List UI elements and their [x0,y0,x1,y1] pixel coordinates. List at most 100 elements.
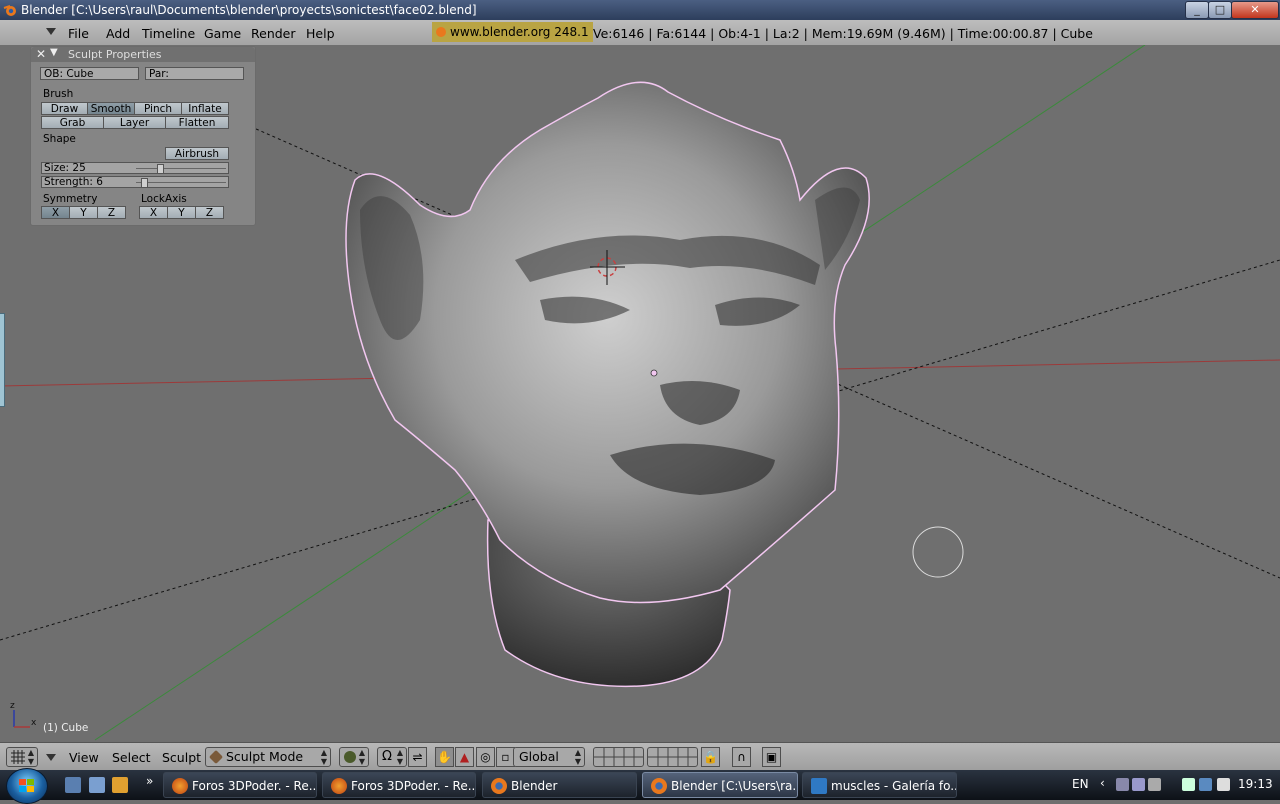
symmetry-label: Symmetry [43,193,98,205]
orientation-value: Global [519,749,559,764]
minimize-button[interactable]: _ [1185,1,1209,19]
symmetry-x-toggle[interactable]: X [41,206,70,219]
collapse-icon[interactable]: ▼ [50,47,58,58]
task-label: Foros 3DPoder. - Re... [351,779,476,793]
taskbar-button-blender-active[interactable]: Blender [C:\Users\ra... [642,772,798,798]
media-player-icon[interactable] [112,777,128,793]
brush-draw-button[interactable]: Draw [41,102,88,115]
maximize-button[interactable]: □ [1208,1,1232,19]
size-slider[interactable]: Size: 25 [41,162,229,174]
align-icon[interactable]: ⇌ [408,747,427,767]
brush-grab-button[interactable]: Grab [41,116,104,129]
brush-inflate-button[interactable]: Inflate [181,102,229,115]
network-icon[interactable] [1116,778,1129,791]
size-slider-knob[interactable] [157,164,165,174]
axis-gizmo [13,710,30,728]
menu-view[interactable]: View [69,750,99,765]
strength-slider-knob[interactable] [141,178,149,188]
brush-label: Brush [43,88,74,100]
menu-select[interactable]: Select [112,750,151,765]
language-indicator[interactable]: EN [1072,777,1089,791]
volume-icon[interactable] [1217,778,1230,791]
blender-logo-icon [436,27,446,37]
firefox-icon [331,778,347,794]
explorer-quicklaunch-icon[interactable] [65,777,81,793]
brush-smooth-button[interactable]: Smooth [87,102,135,115]
symmetry-z-toggle[interactable]: Z [97,206,126,219]
taskbar-button-photo-gallery[interactable]: muscles - Galería fo... [802,772,957,798]
sculpt-properties-panel: ✕ ▼ Sculpt Properties OB: Cube Par: Brus… [30,46,256,226]
lockaxis-x-toggle[interactable]: X [139,206,168,219]
menu-sculpt[interactable]: Sculpt [162,750,201,765]
firefox-icon [172,778,188,794]
object-name-field[interactable]: OB: Cube [40,67,139,80]
viewport-header: ▲ ▼ View Select Sculpt Sculpt Mode ▲ ▼ ▲ ▼ … [0,742,1280,771]
taskbar-button-blender[interactable]: Blender [482,772,637,798]
updown-arrows-icon: ▲ ▼ [320,748,327,766]
menu-collapse-icon[interactable] [46,28,56,35]
render-icon[interactable]: ▣ [762,747,781,767]
menu-add[interactable]: Add [106,26,130,41]
task-label: Foros 3DPoder. - Re... [192,779,317,793]
task-label: Blender [C:\Users\ra... [671,779,798,793]
menu-game[interactable]: Game [204,26,241,41]
snap-magnet-icon[interactable]: ∩ [732,747,751,767]
show-desktop-icon[interactable] [89,777,105,793]
strength-slider[interactable]: Strength: 6 [41,176,229,188]
panel-header[interactable]: ✕ ▼ Sculpt Properties [31,47,255,62]
layers-block-2[interactable] [647,747,698,767]
blender-icon [491,778,507,794]
grid-icon [11,750,25,764]
menu-help[interactable]: Help [306,26,335,41]
lockaxis-y-toggle[interactable]: Y [167,206,196,219]
close-icon[interactable]: ✕ [36,47,46,61]
quicklaunch-more-icon[interactable]: » [146,774,153,788]
menu-file[interactable]: File [68,26,89,41]
system-tray: EN ‹ 19:13 [1062,770,1280,800]
axis-x-label: x [31,718,37,728]
header-collapse-icon[interactable] [46,754,56,761]
close-button[interactable]: ✕ [1231,1,1279,19]
panel-title: Sculpt Properties [68,48,162,61]
strength-slider-label: Strength: 6 [44,176,103,188]
blender-menubar: File Add Timeline Game Render Help www.b… [0,20,1280,46]
wireless-icon[interactable] [1132,778,1145,791]
toolshelf-edge-tab[interactable] [0,313,5,407]
blender-logo-icon [3,5,16,16]
head-mesh [345,81,870,604]
lock-icon[interactable]: 🔒 [701,747,720,767]
editor-type-menu[interactable]: ▲ ▼ [6,747,38,767]
clock[interactable]: 19:13 [1238,777,1273,791]
airbrush-toggle[interactable]: Airbrush [165,147,229,160]
brush-layer-button[interactable]: Layer [103,116,166,129]
object-label: (1) Cube [43,722,89,734]
parent-field[interactable]: Par: [145,67,244,80]
lockaxis-label: LockAxis [141,193,187,205]
mode-dropdown[interactable]: Sculpt Mode ▲ ▼ [205,747,331,767]
pivot-dropdown[interactable]: Ω ▲ ▼ [377,747,407,767]
draw-type-dropdown[interactable]: ▲ ▼ [339,747,369,767]
orientation-dropdown[interactable]: Global ▲ ▼ [513,747,585,767]
taskbar-button-firefox-2[interactable]: Foros 3DPoder. - Re... [322,772,476,798]
symmetry-y-toggle[interactable]: Y [69,206,98,219]
website-link[interactable]: www.blender.org 248.1 [432,22,593,42]
axis-z-label: z [10,701,15,711]
tray-app-icon[interactable] [1148,778,1161,791]
start-button[interactable] [6,768,48,804]
updown-arrows-icon: ▲ ▼ [358,748,365,766]
window-titlebar: Blender [C:\Users\raul\Documents\blender… [0,0,1280,20]
layers-block-1[interactable] [593,747,644,767]
safely-remove-icon[interactable] [1199,778,1212,791]
windows-flag-icon [19,779,34,792]
menu-timeline[interactable]: Timeline [142,26,195,41]
brush-flatten-button[interactable]: Flatten [165,116,229,129]
rotate-icon[interactable]: ◎ [476,747,495,767]
menu-render[interactable]: Render [251,26,296,41]
manipulator-icon[interactable]: ▲ [455,747,474,767]
battery-icon[interactable] [1182,778,1195,791]
brush-pinch-button[interactable]: Pinch [134,102,182,115]
hand-icon[interactable]: ✋ [435,747,454,767]
taskbar-button-firefox-1[interactable]: Foros 3DPoder. - Re... [163,772,317,798]
lockaxis-z-toggle[interactable]: Z [195,206,224,219]
tray-expand-icon[interactable]: ‹ [1100,776,1105,790]
